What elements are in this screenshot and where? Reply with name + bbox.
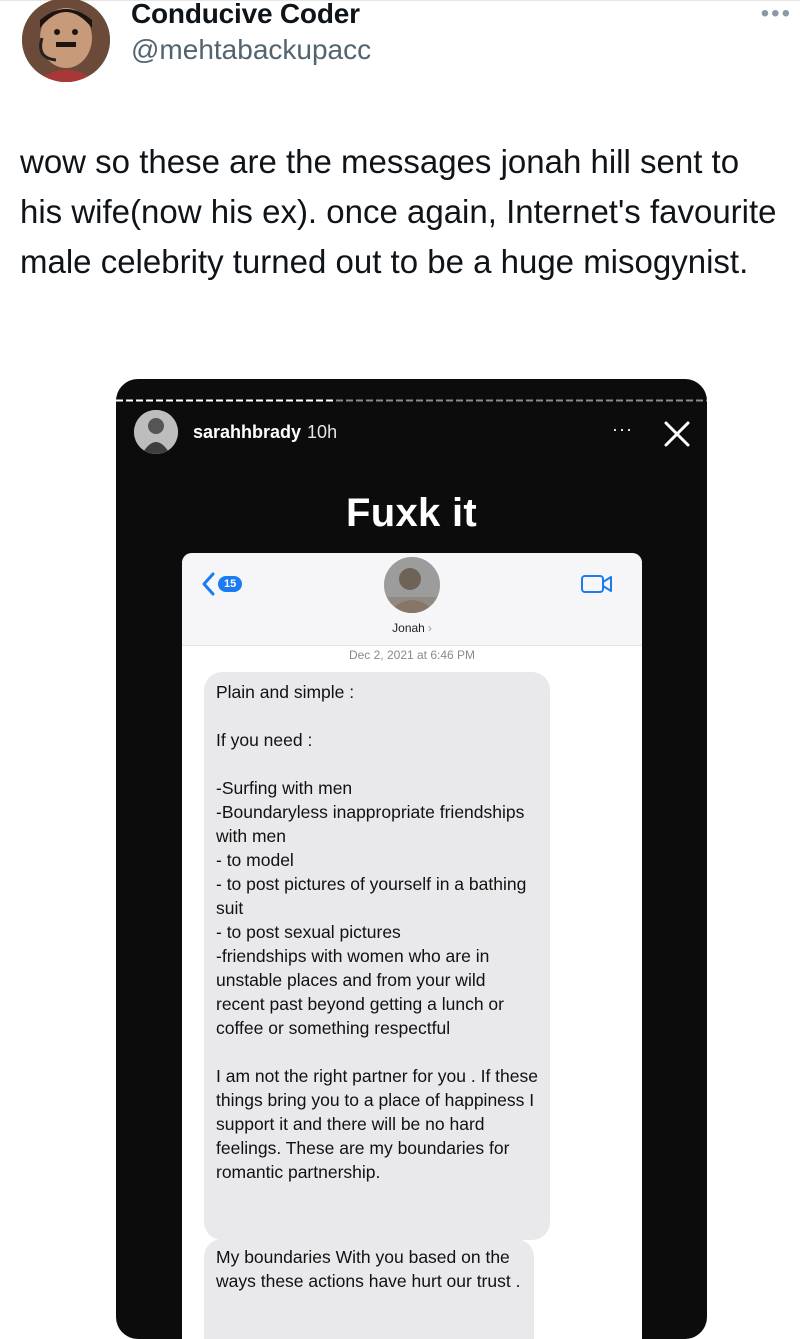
story-username-line: sarahhbrady 10h [193,422,337,443]
back-button[interactable]: 15 [200,571,243,597]
top-divider [0,0,800,1]
message-timestamp: Dec 2, 2021 at 6:46 PM [348,648,476,662]
story-more-icon[interactable]: ··· [612,419,633,440]
author-name[interactable]: Conducive Coder [131,0,371,34]
story-caption: Fuxk it [345,491,477,535]
author-handle[interactable]: @mehtabackupacc [131,32,371,68]
message-bubble-incoming[interactable]: Plain and simple : If you need : -Surfin… [204,672,550,1240]
chevron-right-icon: › [427,621,432,635]
story-username[interactable]: sarahhbrady [193,422,301,442]
unread-badge: 15 [218,576,243,592]
contact-name-line[interactable]: Jonah › [182,621,642,635]
author-avatar[interactable] [22,0,110,82]
contact-avatar[interactable] [384,557,440,613]
chevron-left-icon [202,572,215,596]
story-time: 10h [307,422,338,442]
story-progress-bar [116,399,707,402]
video-camera-icon[interactable] [580,573,614,595]
story-avatar[interactable] [134,410,178,454]
contact-name: Jonah [392,621,425,635]
story-screenshot[interactable]: sarahhbrady 10h ··· Fuxk it 15 Jonah › D… [116,379,707,1339]
author-block: Conducive Coder @mehtabackupacc [131,0,371,68]
more-dots-icon[interactable]: ••• [761,2,792,26]
imessage-screenshot: 15 Jonah › Dec 2, 2021 at 6:46 PM Plain a… [182,553,642,1339]
close-icon[interactable] [660,417,694,451]
imessage-header: 15 Jonah › [182,553,642,646]
message-bubble-incoming[interactable]: My boundaries With you based on the ways… [204,1239,534,1339]
tweet-text: wow so these are the messages jonah hill… [20,143,777,280]
